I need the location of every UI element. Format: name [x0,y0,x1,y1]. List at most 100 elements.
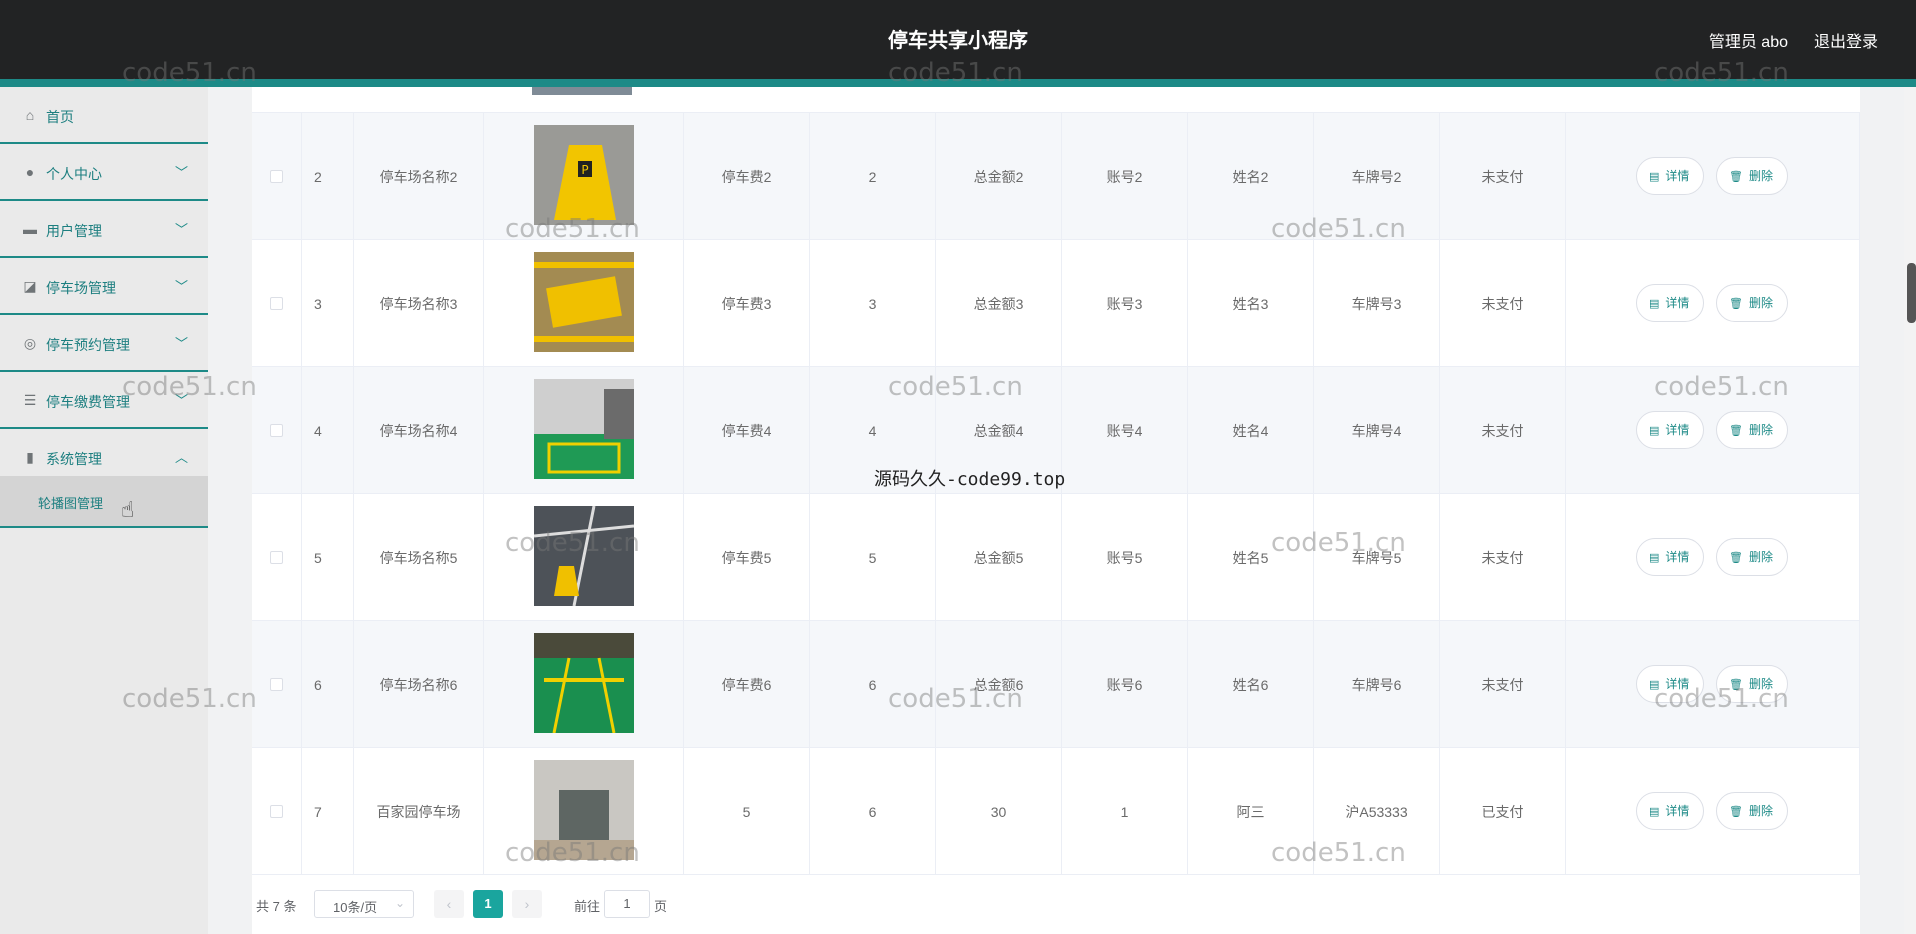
detail-button[interactable]: ▤ 详情 [1636,665,1705,703]
hand-cursor-icon: ☝ [121,497,135,522]
page-number-current[interactable]: 1 [473,890,503,918]
image-cell [484,494,684,621]
cell-hours: 6 [810,748,936,875]
logout-link[interactable]: 退出登录 [1814,28,1878,52]
detail-button[interactable]: ▤ 详情 [1636,538,1705,576]
header-accent-line [0,79,1916,87]
delete-button[interactable]: 🗑 删除 [1716,284,1788,322]
cell-total: 总金额3 [936,240,1062,367]
delete-button[interactable]: 🗑 删除 [1716,792,1788,830]
sidebar-item-users[interactable]: ▬ 用户管理 ﹀ [0,201,208,258]
sidebar-item-parking-lots[interactable]: ◪ 停车场管理 ﹀ [0,258,208,315]
sidebar-item-profile[interactable]: ● 个人中心 ﹀ [0,144,208,201]
image-cell [484,240,684,367]
app-title: 停车共享小程序 [888,30,1028,52]
detail-button[interactable]: ▤ 详情 [1636,284,1705,322]
detail-label: 详情 [1665,423,1690,437]
delete-button[interactable]: 🗑 删除 [1716,538,1788,576]
top-bar: 停车共享小程序 管理员 abo 退出登录 [0,0,1916,79]
cell-plate: 车牌号2 [1314,113,1440,240]
cell-status: 未支付 [1440,240,1566,367]
cell-total: 总金额6 [936,621,1062,748]
row-checkbox[interactable] [270,678,283,691]
cell-person: 阿三 [1188,748,1314,875]
cell-account: 账号3 [1062,240,1188,367]
row-checkbox[interactable] [270,170,283,183]
sidebar-item-home[interactable]: ⌂ 首页 [0,87,208,144]
scrollbar[interactable] [1904,87,1916,934]
parking-image [533,252,634,355]
cell-idx: 6 [302,621,354,748]
detail-label: 详情 [1665,677,1690,691]
sidebar-item-label: 停车预约管理 [46,337,130,353]
checkbox-cell [252,367,302,494]
users-icon: ▬ [23,221,37,237]
cell-fee: 停车费3 [684,240,810,367]
cell-total: 30 [936,748,1062,875]
cell-plate: 沪A53333 [1314,748,1440,875]
row-checkbox[interactable] [270,551,283,564]
sidebar-item-reservations[interactable]: ◎ 停车预约管理 ﹀ [0,315,208,372]
delete-button[interactable]: 🗑 删除 [1716,411,1788,449]
cell-idx: 4 [302,367,354,494]
sidebar-item-label: 用户管理 [46,223,102,239]
delete-button[interactable]: 🗑 删除 [1716,157,1788,195]
prev-page-button[interactable]: ‹ [434,890,464,918]
cell-fee: 停车费6 [684,621,810,748]
trash-icon: 🗑 [1729,425,1743,437]
detail-button[interactable]: ▤ 详情 [1636,411,1705,449]
cell-fee: 停车费4 [684,367,810,494]
chart-icon: ◪ [23,278,37,294]
goto-page-input[interactable]: 1 [604,890,650,918]
next-page-button[interactable]: › [512,890,542,918]
table-row: 7 百家园停车场 5 6 30 1 阿三 沪A53333 已支付 ▤ 详情 🗑 删除 [252,748,1860,875]
chevron-up-icon: ︿ [174,450,188,465]
table-row: 5 停车场名称5 停车费5 5 总金额5 账号5 姓名5 车牌号5 未支付 ▤ 详情 🗑 删除 [252,494,1860,621]
sidebar-item-label: 个人中心 [46,166,102,182]
detail-button[interactable]: ▤ 详情 [1636,792,1705,830]
chevron-down-icon: ﹀ [174,222,188,237]
sidebar-item-label: 首页 [46,109,74,125]
sidebar-item-payments[interactable]: ☰ 停车缴费管理 ﹀ [0,372,208,429]
detail-label: 详情 [1665,550,1690,564]
scrollbar-thumb[interactable] [1907,263,1916,323]
cell-fee: 停车费2 [684,113,810,240]
row-checkbox[interactable] [270,297,283,310]
delete-label: 删除 [1748,550,1773,564]
document-icon: ▤ [1649,679,1660,691]
chevron-down-icon: ﹀ [174,165,188,180]
sidebar-item-label: 停车缴费管理 [46,394,130,410]
row-checkbox[interactable] [270,424,283,437]
detail-label: 详情 [1665,296,1690,310]
trash-icon: 🗑 [1729,171,1743,183]
parking-image: P [533,125,634,228]
detail-button[interactable]: ▤ 详情 [1636,157,1705,195]
actions-cell: ▤ 详情 🗑 删除 [1566,240,1860,367]
cell-hours: 6 [810,621,936,748]
cell-total: 总金额2 [936,113,1062,240]
goto-label: 前往 [574,899,601,914]
watermark-center: 源码久久-code99.top [874,469,1066,490]
sidebar: ⌂ 首页 ● 个人中心 ﹀ ▬ 用户管理 ﹀ ◪ 停车场管理 ﹀ ◎ 停车预约管… [0,87,208,934]
cell-status: 已支付 [1440,748,1566,875]
sidebar-subitem-carousel[interactable]: 轮播图管理 [0,476,208,528]
cell-hours: 2 [810,113,936,240]
cell-account: 账号5 [1062,494,1188,621]
trash-icon: 🗑 [1729,679,1743,691]
image-cell [484,367,684,494]
image-cell: P [484,113,684,240]
delete-button[interactable]: 🗑 删除 [1716,665,1788,703]
cell-account: 账号4 [1062,367,1188,494]
cell-status: 未支付 [1440,113,1566,240]
row-checkbox[interactable] [270,805,283,818]
cell-status: 未支付 [1440,494,1566,621]
document-icon: ▤ [1649,425,1660,437]
cell-person: 姓名6 [1188,621,1314,748]
sidebar-subitem-label: 轮播图管理 [38,496,104,511]
cell-name: 停车场名称3 [354,240,484,367]
page-size-select[interactable]: 10条/页 ⌄ [314,890,414,918]
image-cell [484,748,684,875]
cell-person: 姓名4 [1188,367,1314,494]
checkbox-cell [252,240,302,367]
cell-status: 未支付 [1440,367,1566,494]
